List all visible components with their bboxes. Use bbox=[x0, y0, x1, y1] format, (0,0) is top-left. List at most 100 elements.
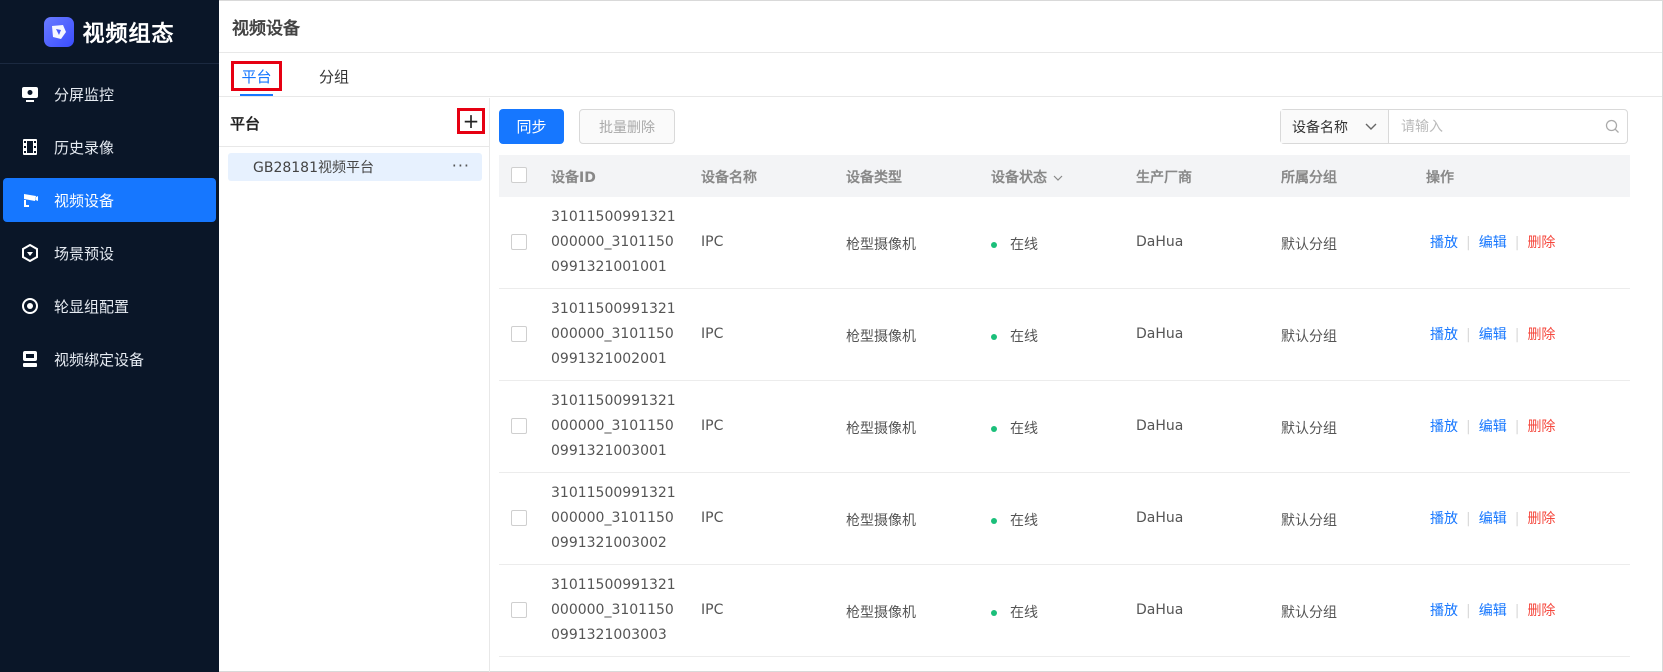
delete-button[interactable]: 删除 bbox=[1527, 511, 1555, 527]
status-label: 在线 bbox=[1010, 421, 1038, 437]
action-separator: | bbox=[1514, 603, 1520, 619]
device-vendor: DaHua bbox=[1136, 510, 1184, 526]
sidebar-item-split-screen-monitor[interactable]: 分屏监控 bbox=[3, 72, 216, 116]
table-header: 设备ID 设备名称 设备类型 设备状态 生产厂商 所属分组 操作 bbox=[499, 155, 1630, 197]
app-window: 视频组态 分屏监控 历史录像 视频设备 场景预设 轮显组配置 视频绑定设备 视频… bbox=[0, 0, 1663, 672]
device-name: IPC bbox=[701, 326, 724, 342]
camera-icon bbox=[19, 189, 41, 211]
tab-group[interactable]: 分组 bbox=[314, 61, 354, 91]
row-checkbox[interactable] bbox=[511, 602, 527, 618]
device-group: 默认分组 bbox=[1281, 605, 1337, 621]
action-separator: | bbox=[1514, 235, 1520, 251]
row-actions: 播放 | 编辑 | 删除 bbox=[1430, 232, 1555, 252]
play-button[interactable]: 播放 bbox=[1430, 327, 1458, 343]
row-checkbox[interactable] bbox=[511, 418, 527, 434]
sidebar-item-scene-presets[interactable]: 场景预设 bbox=[3, 231, 216, 275]
sidebar-item-cycle-group-config[interactable]: 轮显组配置 bbox=[3, 284, 216, 328]
device-group: 默认分组 bbox=[1281, 421, 1337, 437]
device-type: 枪型摄像机 bbox=[846, 513, 916, 529]
sidebar-item-video-devices[interactable]: 视频设备 bbox=[3, 178, 216, 222]
search-icon[interactable] bbox=[1597, 110, 1627, 143]
device-status: 在线 bbox=[991, 234, 1038, 254]
search-field-select[interactable]: 设备名称 bbox=[1281, 110, 1389, 143]
column-header: 操作 bbox=[1426, 170, 1454, 186]
search-bar: 设备名称 bbox=[1280, 109, 1628, 144]
edit-button[interactable]: 编辑 bbox=[1479, 327, 1507, 343]
row-checkbox[interactable] bbox=[511, 326, 527, 342]
sidebar-item-label: 视频绑定设备 bbox=[54, 350, 145, 369]
play-button[interactable]: 播放 bbox=[1430, 419, 1458, 435]
action-separator: | bbox=[1514, 327, 1520, 343]
logo: 视频组态 bbox=[0, 0, 219, 64]
scene-icon bbox=[19, 242, 41, 264]
platform-name: GB28181视频平台 bbox=[253, 160, 374, 176]
edit-button[interactable]: 编辑 bbox=[1479, 603, 1507, 619]
delete-button[interactable]: 删除 bbox=[1527, 419, 1555, 435]
tab-bar: 平台 分组 bbox=[219, 53, 1662, 97]
device-bind-icon bbox=[19, 348, 41, 370]
edit-button[interactable]: 编辑 bbox=[1479, 235, 1507, 251]
play-button[interactable]: 播放 bbox=[1430, 235, 1458, 251]
device-vendor: DaHua bbox=[1136, 418, 1184, 434]
column-header: 设备ID bbox=[551, 170, 596, 186]
status-dot-icon bbox=[991, 610, 997, 616]
sidebar-item-video-bind-device[interactable]: 视频绑定设备 bbox=[3, 337, 216, 381]
play-button[interactable]: 播放 bbox=[1430, 511, 1458, 527]
row-checkbox[interactable] bbox=[511, 510, 527, 526]
monitor-icon bbox=[19, 83, 41, 105]
app-title: 视频组态 bbox=[82, 21, 175, 47]
edit-button[interactable]: 编辑 bbox=[1479, 419, 1507, 435]
status-dot-icon bbox=[991, 426, 997, 432]
device-status: 在线 bbox=[991, 418, 1038, 438]
delete-button[interactable]: 删除 bbox=[1527, 327, 1555, 343]
action-separator: | bbox=[1514, 419, 1520, 435]
status-label: 在线 bbox=[1010, 329, 1038, 345]
main-content: 视频设备 平台 分组 平台 + GB28181视频平台 ··· 同步 批量删除 bbox=[219, 0, 1663, 672]
table-row: 31011500991321000000_3101150099132100200… bbox=[499, 289, 1630, 381]
device-name: IPC bbox=[701, 602, 724, 618]
sync-button[interactable]: 同步 bbox=[499, 109, 564, 144]
tab-platform[interactable]: 平台 bbox=[231, 61, 282, 91]
status-dot-icon bbox=[991, 334, 997, 340]
device-group: 默认分组 bbox=[1281, 513, 1337, 529]
play-button[interactable]: 播放 bbox=[1430, 603, 1458, 619]
row-actions: 播放 | 编辑 | 删除 bbox=[1430, 416, 1555, 436]
chevron-down-icon bbox=[1365, 123, 1377, 130]
row-actions: 播放 | 编辑 | 删除 bbox=[1430, 600, 1555, 620]
row-actions: 播放 | 编辑 | 删除 bbox=[1430, 324, 1555, 344]
sidebar: 视频组态 分屏监控 历史录像 视频设备 场景预设 轮显组配置 视频绑定设备 bbox=[0, 0, 219, 672]
action-separator: | bbox=[1466, 511, 1471, 527]
search-input[interactable] bbox=[1389, 110, 1597, 143]
delete-button[interactable]: 删除 bbox=[1527, 235, 1555, 251]
film-icon bbox=[19, 136, 41, 158]
device-type: 枪型摄像机 bbox=[846, 237, 916, 253]
device-id: 31011500991321000000_3101150099132100300… bbox=[551, 393, 676, 459]
device-type: 枪型摄像机 bbox=[846, 421, 916, 437]
row-checkbox[interactable] bbox=[511, 234, 527, 250]
edit-button[interactable]: 编辑 bbox=[1479, 511, 1507, 527]
page-title: 视频设备 bbox=[219, 1, 1662, 53]
sidebar-nav: 分屏监控 历史录像 视频设备 场景预设 轮显组配置 视频绑定设备 bbox=[0, 64, 219, 381]
add-platform-button[interactable]: + bbox=[457, 108, 485, 134]
column-header-status[interactable]: 设备状态 bbox=[991, 167, 1064, 187]
device-group: 默认分组 bbox=[1281, 237, 1337, 253]
platform-list-item[interactable]: GB28181视频平台 ··· bbox=[228, 153, 482, 181]
device-status: 在线 bbox=[991, 510, 1038, 530]
column-header: 所属分组 bbox=[1281, 170, 1337, 186]
select-all-checkbox[interactable] bbox=[511, 167, 527, 183]
sidebar-item-label: 场景预设 bbox=[54, 244, 115, 263]
device-id: 31011500991321000000_3101150099132100300… bbox=[551, 485, 676, 551]
device-type: 枪型摄像机 bbox=[846, 605, 916, 621]
sidebar-item-label: 历史录像 bbox=[54, 138, 115, 157]
sidebar-item-history-recording[interactable]: 历史录像 bbox=[3, 125, 216, 169]
batch-delete-button[interactable]: 批量删除 bbox=[579, 109, 675, 144]
column-header: 设备类型 bbox=[846, 170, 902, 186]
column-header: 生产厂商 bbox=[1136, 170, 1192, 186]
search-field-label: 设备名称 bbox=[1292, 119, 1348, 136]
status-label: 在线 bbox=[1010, 513, 1038, 529]
more-icon[interactable]: ··· bbox=[452, 156, 470, 175]
table-body: 31011500991321000000_3101150099132100100… bbox=[499, 197, 1630, 657]
delete-button[interactable]: 删除 bbox=[1527, 603, 1555, 619]
device-status: 在线 bbox=[991, 326, 1038, 346]
status-label: 在线 bbox=[1010, 237, 1038, 253]
